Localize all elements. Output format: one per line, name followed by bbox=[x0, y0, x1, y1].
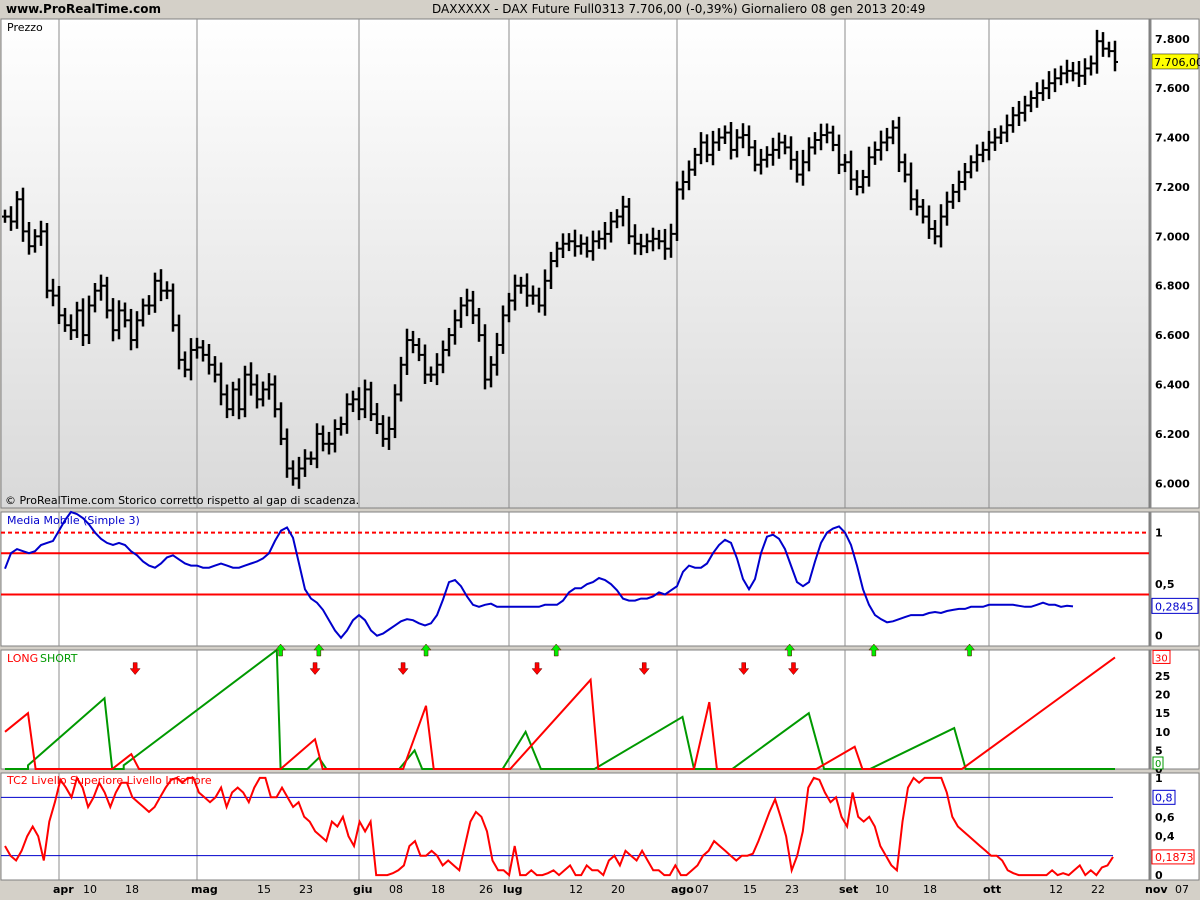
ls-y-tick: 10 bbox=[1155, 726, 1171, 739]
chart-header-title: DAXXXXX - DAX Future Full0313 7.706,00 (… bbox=[432, 2, 925, 16]
price-y-tick: 7.800 bbox=[1155, 33, 1190, 46]
tc2-y-tick: 1 bbox=[1155, 772, 1163, 785]
price-y-tick: 7.400 bbox=[1155, 132, 1190, 145]
ma-y-tick: 0 bbox=[1155, 630, 1163, 643]
panel-3-area bbox=[0, 649, 1150, 770]
ls-y-tick: 5 bbox=[1155, 744, 1163, 757]
x-axis-label: ago bbox=[671, 883, 694, 896]
tc2-last-value-label: 0,1873 bbox=[1155, 851, 1194, 864]
price-footnote: © ProRealTime.com Storico corretto rispe… bbox=[5, 494, 359, 507]
x-axis-label: ott bbox=[983, 883, 1001, 896]
x-axis-label: 07 bbox=[695, 883, 709, 896]
x-axis-label: 15 bbox=[743, 883, 757, 896]
x-axis-label: apr bbox=[53, 883, 74, 896]
ls-y-tick: 20 bbox=[1155, 689, 1171, 702]
ls-last-green-label: 0 bbox=[1155, 759, 1161, 770]
x-axis-label: 10 bbox=[83, 883, 97, 896]
ma-last-value-label: 0,2845 bbox=[1155, 600, 1194, 613]
chart-svg: www.ProRealTime.com DAXXXXX - DAX Future… bbox=[0, 0, 1200, 896]
price-y-tick: 6.600 bbox=[1155, 329, 1190, 342]
price-last-value-label: 7.706,00 bbox=[1154, 56, 1200, 69]
tc2-upper-label: 0,8 bbox=[1155, 791, 1173, 804]
x-axis-label: 23 bbox=[299, 883, 313, 896]
price-y-tick: 7.600 bbox=[1155, 82, 1190, 95]
x-axis-label: 12 bbox=[1049, 883, 1063, 896]
x-axis-label: 18 bbox=[431, 883, 445, 896]
tc2-panel-title: TC2 Livello Superiore Livello Inferiore bbox=[6, 774, 212, 787]
x-axis-label: 26 bbox=[479, 883, 493, 896]
ls-y-tick: 25 bbox=[1155, 670, 1170, 683]
x-axis-label: 23 bbox=[785, 883, 799, 896]
x-axis-label: mag bbox=[191, 883, 218, 896]
site-label[interactable]: www.ProRealTime.com bbox=[6, 2, 161, 16]
ls-y-tick: 15 bbox=[1155, 707, 1170, 720]
price-y-tick: 6.000 bbox=[1155, 477, 1190, 490]
ma-y-tick: 1 bbox=[1155, 527, 1163, 540]
panel-4-area bbox=[0, 772, 1150, 881]
x-axis-label: 10 bbox=[875, 883, 889, 896]
tc2-y-tick: 0,4 bbox=[1155, 830, 1175, 843]
x-axis-label: 15 bbox=[257, 883, 271, 896]
x-axis-label: nov bbox=[1145, 883, 1168, 896]
price-panel-title: Prezzo bbox=[7, 21, 43, 34]
x-axis-label: 22 bbox=[1091, 883, 1105, 896]
price-y-tick: 7.200 bbox=[1155, 181, 1190, 194]
x-axis-label: 18 bbox=[125, 883, 139, 896]
x-axis-label: 18 bbox=[923, 883, 937, 896]
tc2-y-tick: 0 bbox=[1155, 869, 1163, 882]
x-axis-label: 07 bbox=[1175, 883, 1189, 896]
x-axis-label: 20 bbox=[611, 883, 625, 896]
ls-title-short: SHORT bbox=[40, 652, 78, 665]
price-y-tick: 7.000 bbox=[1155, 230, 1190, 243]
ls-title-long: LONG bbox=[7, 652, 38, 665]
price-y-tick: 6.200 bbox=[1155, 428, 1190, 441]
x-axis-label: 08 bbox=[389, 883, 403, 896]
price-y-tick: 6.400 bbox=[1155, 379, 1190, 392]
ma-panel-title: Media Mobile (Simple 3) bbox=[7, 514, 140, 527]
ls-last-red-label: 30 bbox=[1155, 653, 1168, 664]
x-axis-label: giu bbox=[353, 883, 372, 896]
x-axis-label: lug bbox=[503, 883, 522, 896]
header-bar: www.ProRealTime.com DAXXXXX - DAX Future… bbox=[0, 0, 1200, 18]
tc2-y-tick: 0,6 bbox=[1155, 811, 1175, 824]
ma-y-tick: 0,5 bbox=[1155, 578, 1175, 591]
panel-1-area bbox=[0, 18, 1150, 509]
x-axis-label: set bbox=[839, 883, 858, 896]
x-axis-label: 12 bbox=[569, 883, 583, 896]
price-y-tick: 6.800 bbox=[1155, 280, 1190, 293]
